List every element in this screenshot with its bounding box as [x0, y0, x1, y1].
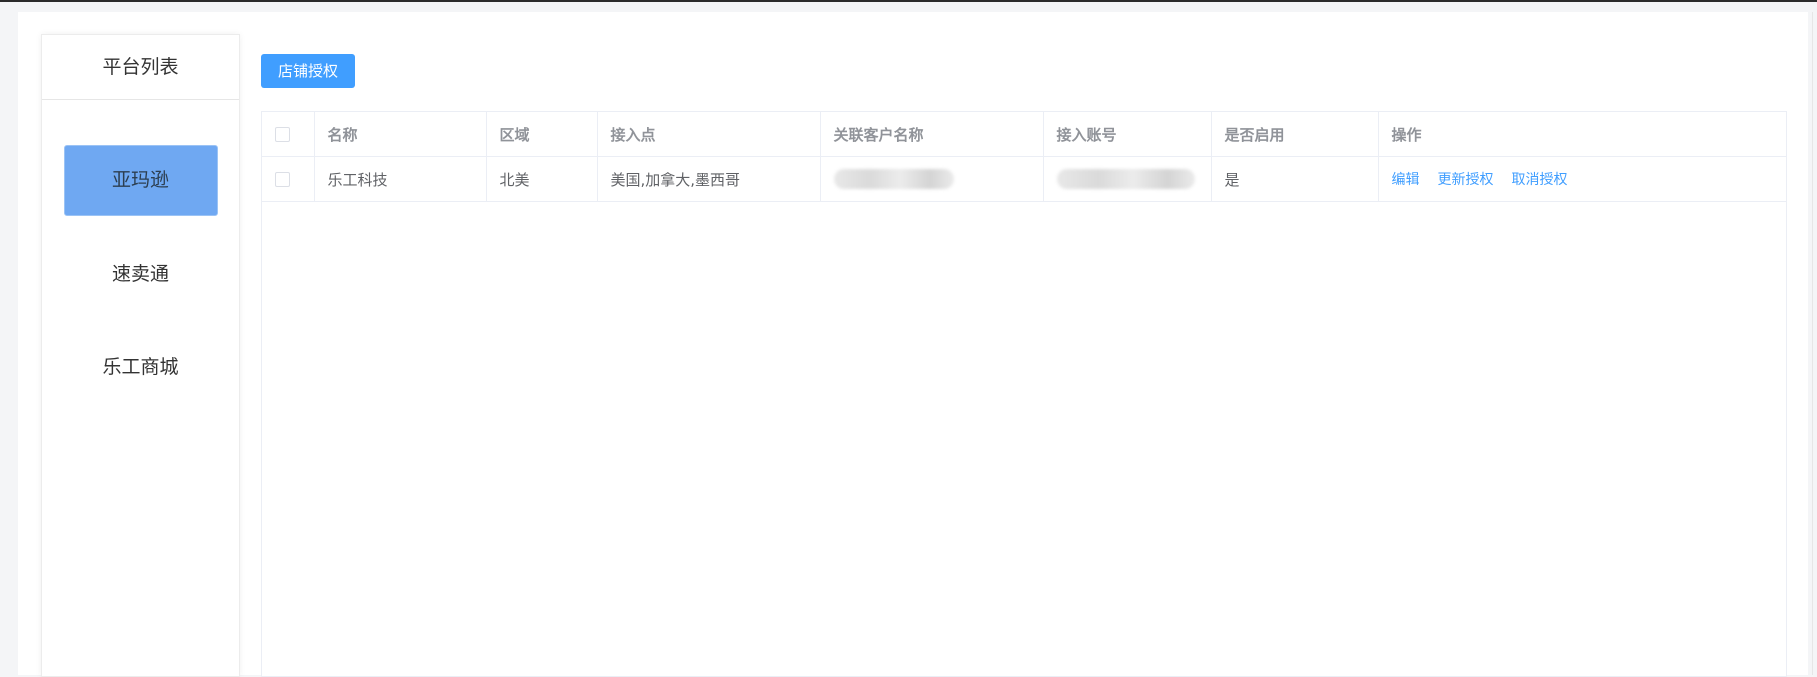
main-content: 店铺授权 名称 区域 接入点 关联客户名称 接入账号 是否启用 操作 乐工科技 … — [261, 34, 1804, 677]
cell-customer-name — [820, 156, 1044, 202]
update-authorization-link[interactable]: 更新授权 — [1438, 172, 1494, 188]
column-header-region: 区域 — [486, 112, 598, 157]
header-select-cell — [262, 112, 315, 157]
cell-account — [1043, 156, 1212, 202]
platform-list-title: 平台列表 — [42, 35, 239, 100]
redacted-customer-name — [833, 169, 954, 189]
column-header-customer-name: 关联客户名称 — [820, 112, 1044, 157]
cell-enabled: 是 — [1211, 156, 1379, 202]
column-header-actions: 操作 — [1378, 112, 1786, 157]
cell-region: 北美 — [486, 156, 598, 202]
platform-item-aliexpress[interactable]: 速卖通 — [65, 240, 217, 309]
shop-authorize-button[interactable]: 店铺授权 — [261, 54, 356, 88]
row-select-cell — [262, 156, 315, 202]
column-header-name: 名称 — [314, 112, 487, 157]
cell-actions: 编辑 更新授权 取消授权 — [1378, 156, 1786, 202]
cell-name: 乐工科技 — [314, 156, 487, 202]
column-header-account: 接入账号 — [1043, 112, 1212, 157]
cell-endpoints: 美国,加拿大,墨西哥 — [597, 156, 821, 202]
column-header-enabled: 是否启用 — [1211, 112, 1379, 157]
window-top-border — [0, 0, 1817, 2]
cancel-authorization-link[interactable]: 取消授权 — [1512, 172, 1568, 188]
redacted-account — [1056, 169, 1195, 189]
row-checkbox[interactable] — [275, 172, 290, 187]
table-row: 乐工科技 北美 美国,加拿大,墨西哥 是 编辑 更新授权 取消授权 — [262, 156, 1786, 202]
platform-sidebar: 平台列表 亚玛逊 速卖通 乐工商城 — [41, 34, 240, 677]
table-header-row: 名称 区域 接入点 关联客户名称 接入账号 是否启用 操作 — [262, 112, 1786, 157]
select-all-checkbox[interactable] — [275, 127, 290, 142]
platform-list: 亚玛逊 速卖通 乐工商城 — [42, 100, 239, 402]
column-header-endpoint: 接入点 — [597, 112, 821, 157]
platform-item-legong-mall[interactable]: 乐工商城 — [65, 333, 217, 402]
shop-table: 名称 区域 接入点 关联客户名称 接入账号 是否启用 操作 乐工科技 北美 美国… — [261, 111, 1787, 677]
platform-item-amazon[interactable]: 亚玛逊 — [63, 145, 218, 216]
edit-link[interactable]: 编辑 — [1392, 172, 1420, 188]
page-container: 平台列表 亚玛逊 速卖通 乐工商城 店铺授权 名称 区域 接入点 关联客户名称 … — [18, 12, 1808, 677]
scrollbar-track[interactable] — [1812, 12, 1813, 675]
